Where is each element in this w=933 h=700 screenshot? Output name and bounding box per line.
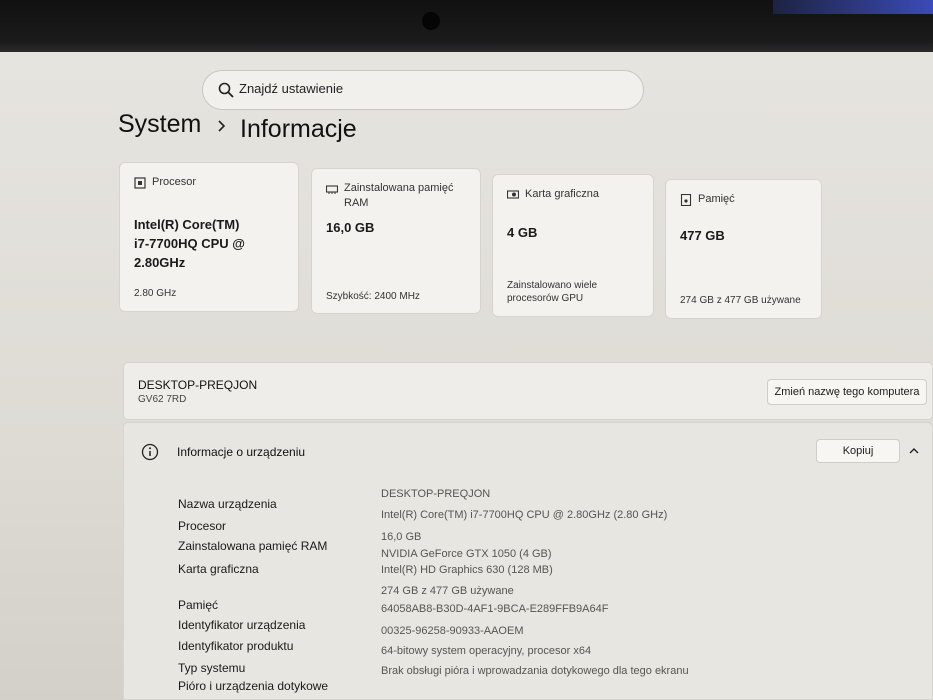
device-info-section: Informacje o urządzeniu Kopiuj Nazwa urz… [123, 422, 933, 700]
search-input[interactable]: Znajdź ustawienie [202, 70, 644, 110]
background-strip [773, 0, 933, 14]
device-info-header[interactable]: Informacje o urządzeniu Kopiuj [124, 423, 932, 481]
device-info-title: Informacje o urządzeniu [177, 445, 306, 459]
laptop-bezel [0, 0, 933, 52]
card-ram-label-line1: Zainstalowana pamięć [344, 182, 454, 194]
card-gpu-value: 4 GB [507, 225, 538, 240]
card-storage-usage: 274 GB z 477 GB używane [680, 295, 801, 306]
gpu-icon [507, 190, 519, 199]
card-ram-label-line2: RAM [344, 197, 369, 209]
copy-button[interactable]: Kopiuj [816, 439, 900, 463]
card-storage-value: 477 GB [680, 228, 725, 243]
card-ram-value: 16,0 GB [326, 220, 375, 235]
spec-label-storage: Pamięć [178, 598, 219, 612]
spec-value-gpu-2: Intel(R) HD Graphics 630 (128 MB) [381, 564, 553, 576]
card-processor-value-line2: i7-7700HQ CPU @ [134, 236, 245, 251]
storage-icon [680, 194, 692, 206]
rename-pc-button[interactable]: Zmień nazwę tego komputera [767, 379, 927, 405]
spec-value-gpu-1: NVIDIA GeForce GTX 1050 (4 GB) [381, 548, 552, 560]
search-icon [218, 82, 234, 98]
chevron-right-icon [218, 120, 226, 132]
spec-value-ram: 16,0 GB [381, 531, 422, 543]
spec-label-system-type: Typ systemu [178, 661, 246, 675]
webcam [422, 12, 440, 30]
spec-label-pen-touch: Pióro i urządzenia dotykowe [178, 679, 329, 693]
page-title: Informacje [240, 115, 357, 143]
spec-label-device-name: Nazwa urządzenia [178, 497, 277, 511]
spec-value-pen-touch: Brak obsługi pióra i wprowadzania dotyko… [381, 665, 689, 677]
spec-label-gpu: Karta graficzna [178, 562, 259, 576]
card-ram-speed: Szybkość: 2400 MHz [326, 291, 420, 302]
settings-window: Znajdź ustawienie System Informacje Proc… [0, 52, 933, 700]
card-storage-label: Pamięć [698, 193, 735, 205]
card-storage: Pamięć 477 GB 274 GB z 477 GB używane [665, 179, 822, 319]
card-processor-value-line1: Intel(R) Core(TM) [134, 217, 240, 232]
card-processor: Procesor Intel(R) Core(TM) i7-7700HQ CPU… [119, 162, 299, 312]
spec-label-device-id: Identyfikator urządzenia [178, 618, 306, 632]
card-processor-speed: 2.80 GHz [134, 288, 177, 299]
card-processor-label: Procesor [152, 176, 197, 188]
spec-value-storage: 274 GB z 477 GB używane [381, 585, 514, 597]
card-processor-value-line3: 2.80GHz [134, 255, 186, 270]
spec-value-device-name: DESKTOP-PREQJON [381, 488, 491, 500]
spec-label-product-id: Identyfikator produktu [178, 639, 294, 653]
card-gpu: Karta graficzna 4 GB Zainstalowano wiele… [492, 174, 654, 317]
card-ram: Zainstalowana pamięć RAM 16,0 GB Szybkoś… [311, 168, 481, 314]
cpu-icon [134, 177, 146, 189]
spec-label-ram: Zainstalowana pamięć RAM [178, 539, 328, 553]
device-name: DESKTOP-PREQJON [138, 378, 258, 392]
breadcrumb-system[interactable]: System [118, 110, 201, 139]
chevron-up-icon[interactable] [908, 445, 920, 457]
info-icon [141, 443, 159, 461]
search-placeholder: Znajdź ustawienie [239, 81, 344, 96]
spec-label-processor: Procesor [178, 519, 227, 533]
ram-icon [326, 185, 338, 194]
spec-value-processor: Intel(R) Core(TM) i7-7700HQ CPU @ 2.80GH… [381, 509, 668, 521]
card-gpu-sub-line2: procesorów GPU [507, 293, 584, 304]
card-gpu-label: Karta graficzna [525, 188, 599, 200]
spec-value-device-id: 64058AB8-B30D-4AF1-9BCA-E289FFB9A64F [381, 603, 609, 615]
device-model: GV62 7RD [138, 394, 187, 405]
spec-value-system-type: 64-bitowy system operacyjny, procesor x6… [381, 645, 592, 657]
spec-value-product-id: 00325-96258-90933-AAOEM [381, 625, 524, 637]
device-name-panel: DESKTOP-PREQJON GV62 7RD Zmień nazwę teg… [123, 362, 933, 420]
card-gpu-sub-line1: Zainstalowano wiele [507, 280, 598, 291]
